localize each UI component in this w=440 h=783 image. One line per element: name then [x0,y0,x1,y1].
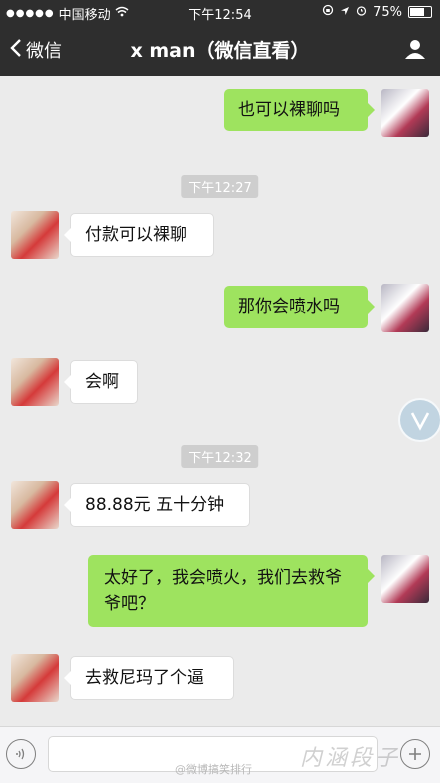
battery-fill [410,8,424,16]
battery-icon [408,6,432,18]
avatar-contact[interactable] [11,654,59,702]
message-bubble-self[interactable]: 那你会喷水吗 [224,286,375,328]
watermark-corner: 内涵段子 [300,746,401,771]
person-icon [405,40,425,59]
message-bubble-self[interactable]: 太好了，我会喷火，我们去救爷爷吧？ [88,555,375,627]
location-icon [340,5,350,20]
message-bubble-self[interactable]: 也可以裸聊吗 [224,89,375,131]
message-bubble-contact[interactable]: 会啊 [64,360,138,404]
alarm-icon [356,5,367,20]
timestamp: 下午12:27 [181,175,259,198]
contact-info-button[interactable] [404,38,426,60]
avatar-self[interactable] [381,89,429,137]
avatar-self[interactable] [381,284,429,332]
voice-button[interactable] [6,739,36,769]
timestamp: 下午12:32 [181,445,259,468]
avatar-self[interactable] [381,555,429,603]
chat-title: x man（微信直看） [130,40,310,62]
nav-bar: 微信 x man（微信直看） [0,24,440,76]
watermark-weibo: @微博搞笑排行 [175,763,252,776]
plus-icon [409,748,421,760]
avatar-contact[interactable] [11,358,59,406]
message-bubble-contact[interactable]: 去救尼玛了个逼 [64,656,234,700]
avatar-contact[interactable] [11,211,59,259]
status-bar: ●●●●● 中国移动 下午12:54 75% [0,0,440,24]
check-icon [410,412,430,431]
avatar-contact[interactable] [11,481,59,529]
rotation-lock-icon [322,4,334,20]
sound-wave-icon [16,748,25,760]
floating-assistive-button[interactable] [398,398,440,442]
chat-area[interactable]: 也可以裸聊吗 下午12:27 付款可以裸聊 那你会喷水吗 会啊 下午12:32 … [0,76,440,726]
message-bubble-contact[interactable]: 88.88元 五十分钟 [64,483,250,527]
message-bubble-contact[interactable]: 付款可以裸聊 [64,213,214,257]
more-button[interactable] [400,739,430,769]
battery-percent: 75% [373,4,402,20]
